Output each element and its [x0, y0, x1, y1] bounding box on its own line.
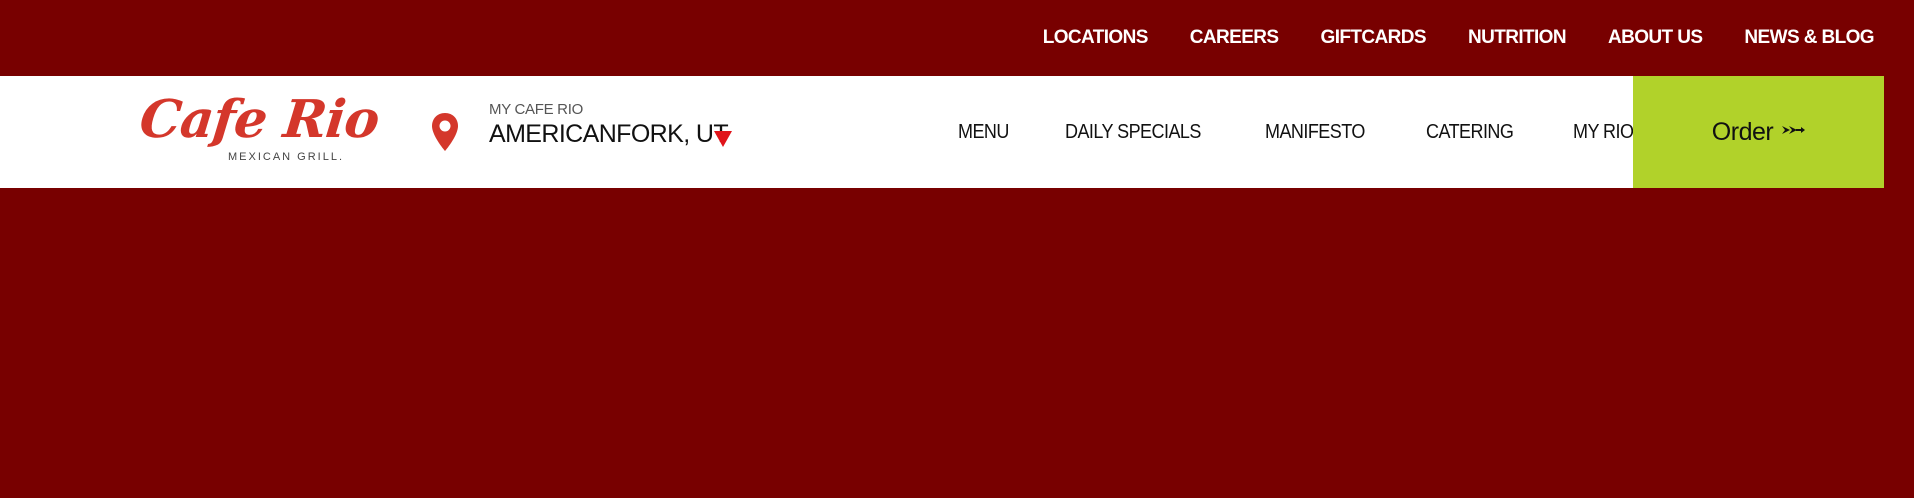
location-selector[interactable]: AMERICANFORK, UT [489, 120, 729, 149]
map-pin-icon[interactable] [430, 112, 460, 152]
top-nav-giftcards[interactable]: GIFTCARDS [1321, 27, 1427, 49]
top-nav-nutrition[interactable]: NUTRITION [1468, 27, 1567, 49]
main-header: Cafe Rio MEXICAN GRILL. MY CAFE RIO AMER… [0, 76, 1884, 188]
logo-tagline: MEXICAN GRILL. [228, 151, 345, 163]
top-nav-careers[interactable]: CAREERS [1190, 27, 1279, 49]
nav-catering[interactable]: CATERING [1426, 121, 1514, 144]
nav-menu[interactable]: MENU [958, 121, 1009, 144]
triangle-down-icon[interactable] [714, 131, 732, 147]
page-edge [1884, 76, 1914, 498]
order-button-label: Order [1711, 117, 1774, 146]
top-nav-about-us[interactable]: ABOUT US [1608, 27, 1703, 49]
cafe-rio-logo[interactable]: Cafe Rio MEXICAN GRILL. [137, 89, 382, 176]
top-nav-news-blog[interactable]: NEWS & BLOG [1744, 27, 1874, 49]
location-label: MY CAFE RIO [489, 101, 583, 118]
arrow-right-icon [1781, 123, 1806, 141]
nav-manifesto[interactable]: MANIFESTO [1265, 121, 1365, 144]
nav-daily-specials[interactable]: DAILY SPECIALS [1065, 121, 1201, 144]
order-button[interactable]: Order [1633, 76, 1884, 188]
top-utility-bar: LOCATIONS CAREERS GIFTCARDS NUTRITION AB… [0, 0, 1914, 76]
top-nav: LOCATIONS CAREERS GIFTCARDS NUTRITION AB… [1001, 0, 1875, 76]
logo-wordmark: Cafe Rio [136, 89, 382, 150]
top-nav-locations[interactable]: LOCATIONS [1043, 27, 1149, 49]
